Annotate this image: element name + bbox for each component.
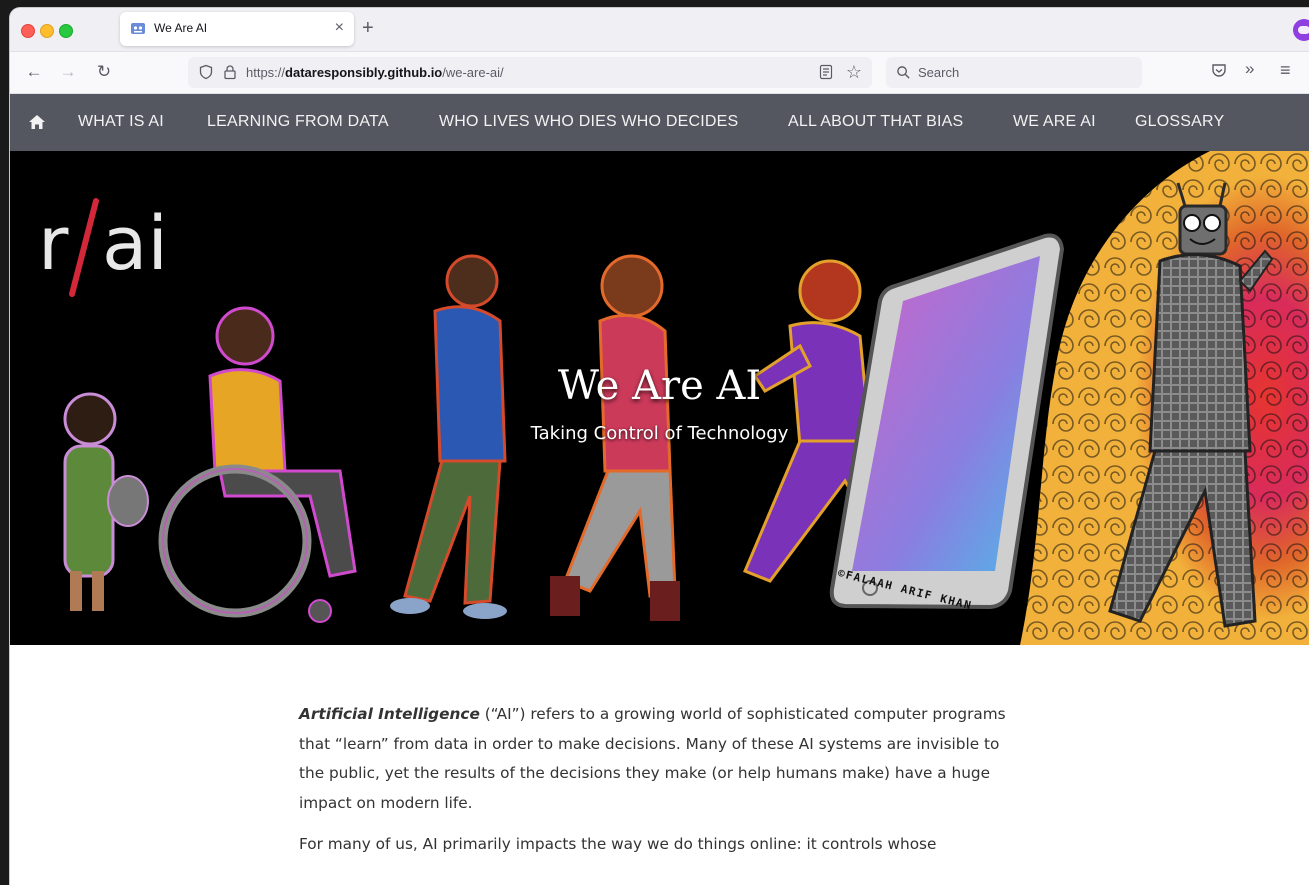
- nav-toolbar: ← → ↻ https://dataresponsibly.github.io/…: [10, 52, 1309, 94]
- home-icon[interactable]: [28, 114, 46, 130]
- hero-title: We Are AI: [557, 363, 762, 409]
- site-logo: r ai: [38, 198, 168, 297]
- hero-subtitle: Taking Control of Technology: [530, 423, 789, 444]
- account-avatar-icon[interactable]: [1293, 19, 1309, 41]
- nav-item-what-is-ai[interactable]: WHAT IS AI: [78, 113, 164, 131]
- url-host: dataresponsibly.github.io: [285, 65, 443, 80]
- nav-item-glossary[interactable]: GLOSSARY: [1135, 113, 1224, 131]
- pocket-icon[interactable]: [1210, 62, 1228, 80]
- ai-term: Artificial Intelligence: [299, 705, 480, 723]
- browser-window: We Are AI × + ← → ↻ https://dataresponsi…: [10, 8, 1309, 885]
- tab-title: We Are AI: [154, 21, 208, 35]
- overflow-chevron-icon[interactable]: »: [1245, 59, 1254, 79]
- url-path: /we-are-ai/: [442, 65, 504, 80]
- forward-arrow-icon[interactable]: →: [56, 60, 80, 84]
- tab-strip: We Are AI × +: [10, 8, 1309, 52]
- reader-view-icon[interactable]: [818, 64, 834, 80]
- intro-paragraph: Artificial Intelligence (“AI”) refers to…: [299, 700, 1019, 818]
- lock-icon[interactable]: [222, 64, 238, 80]
- menu-icon[interactable]: ≡: [1280, 60, 1291, 81]
- search-placeholder: Search: [918, 65, 960, 80]
- wheelchair-figure: [158, 306, 357, 623]
- reload-icon[interactable]: ↻: [92, 60, 116, 84]
- nav-item-all-about-that-bias[interactable]: ALL ABOUT THAT BIAS: [788, 113, 963, 131]
- nav-item-learning-from-data[interactable]: LEARNING FROM DATA: [207, 113, 389, 131]
- nav-item-we-are-ai[interactable]: WE ARE AI: [1013, 113, 1096, 131]
- window-maximize-button[interactable]: [59, 24, 73, 38]
- svg-text:r: r: [38, 201, 69, 287]
- svg-text:ai: ai: [102, 201, 168, 287]
- new-tab-icon[interactable]: +: [362, 17, 374, 39]
- tracking-shield-icon[interactable]: [198, 64, 214, 80]
- site-navigation: WHAT IS AI LEARNING FROM DATA WHO LIVES …: [10, 94, 1309, 151]
- url-scheme: https://: [246, 65, 286, 80]
- back-arrow-icon[interactable]: ←: [22, 60, 46, 84]
- search-icon: [897, 66, 910, 79]
- window-close-button[interactable]: [21, 24, 35, 38]
- site-favicon-icon: [131, 23, 145, 34]
- search-bar[interactable]: Search: [886, 57, 1142, 88]
- bookmark-star-icon[interactable]: ☆: [846, 61, 862, 83]
- tab-we-are-ai[interactable]: We Are AI ×: [120, 12, 354, 46]
- tab-close-icon[interactable]: ×: [335, 19, 344, 37]
- smartphone-illustration: [829, 233, 1065, 610]
- nav-item-who-lives-who-dies[interactable]: WHO LIVES WHO DIES WHO DECIDES: [439, 113, 738, 131]
- second-paragraph: For many of us, AI primarily impacts the…: [299, 835, 937, 853]
- window-minimize-button[interactable]: [40, 24, 54, 38]
- article-body: Artificial Intelligence (“AI”) refers to…: [299, 700, 1019, 872]
- url-text[interactable]: https://dataresponsibly.github.io/we-are…: [246, 65, 504, 80]
- address-bar[interactable]: https://dataresponsibly.github.io/we-are…: [188, 57, 872, 88]
- hero-banner: r ai We Are AI Taking Control of Technol…: [10, 151, 1309, 645]
